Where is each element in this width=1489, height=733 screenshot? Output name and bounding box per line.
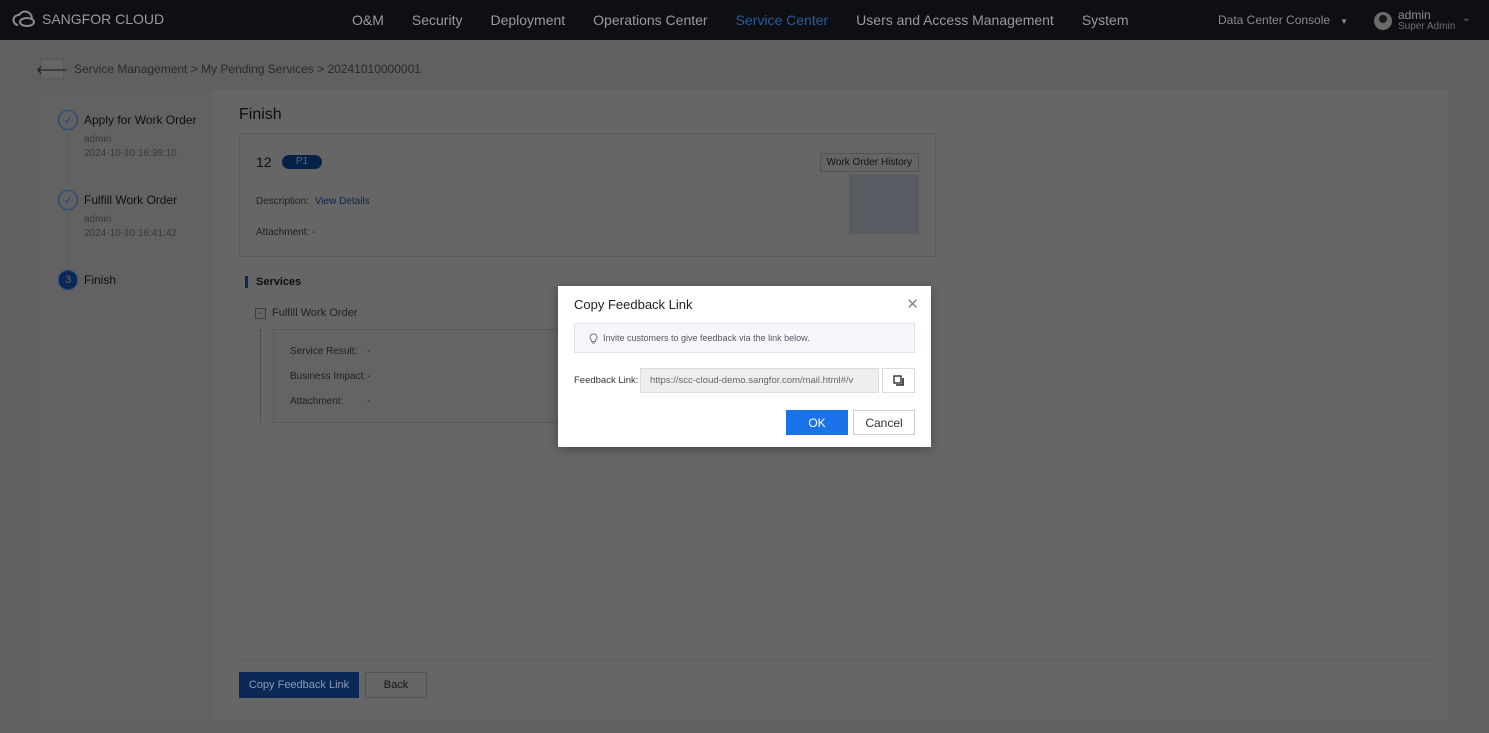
nav-deployment[interactable]: Deployment [490,12,565,28]
attachment-row: Attachment: - [256,227,315,238]
brand-logo[interactable]: SANGFOR CLOUD [12,10,164,28]
check-icon: ✓ [58,110,78,130]
priority-badge: P1 [282,155,322,169]
attachment-value: - [312,227,316,238]
nav-system[interactable]: System [1082,12,1129,28]
attachment-label: Attachment: [256,227,310,238]
step-user: admin [84,214,112,225]
order-id: 12 [256,154,272,170]
description-label: Description: [256,196,309,207]
brand-name: SANGFOR CLOUD [42,11,165,27]
nav-service-center[interactable]: Service Center [736,12,829,28]
dialog-title: Copy Feedback Link [574,297,693,312]
nav-users-access[interactable]: Users and Access Management [856,12,1054,28]
step-time: 2024-10-10 16:41:42 [84,228,177,239]
collapse-icon[interactable]: − [255,307,266,319]
copy-feedback-link-button[interactable]: Copy Feedback Link [239,672,359,698]
document-illustration [849,174,919,234]
user-role: Super Admin [1398,21,1456,32]
chevron-down-icon[interactable]: ⌄ [1462,13,1470,24]
copy-feedback-link-dialog: Copy Feedback Link ✕ Invite customers to… [558,286,931,447]
crumb-order-id: 20241010000001 [327,62,421,76]
crumb-pending-services[interactable]: My Pending Services [201,62,314,76]
field-label: Business Impact: [290,371,367,382]
crumb-service-management[interactable]: Service Management [74,62,187,76]
field-value: - [367,371,371,382]
user-menu[interactable]: admin Super Admin [1374,9,1455,32]
field-label: Attachment: [290,396,344,407]
field-value: - [367,346,371,357]
info-tip: Invite customers to give feedback via th… [574,323,915,353]
services-heading: Services [245,276,301,288]
tip-text: Invite customers to give feedback via th… [603,333,810,343]
service-item[interactable]: − Fulfill Work Order [255,307,357,319]
nav-operations-center[interactable]: Operations Center [593,12,707,28]
step-time: 2024-10-10 16:39:10 [84,148,177,159]
main-menu: O&M Security Deployment Operations Cente… [338,0,1143,40]
feedback-link-label: Feedback Link: [574,375,639,386]
view-details-link[interactable]: View Details [315,196,370,207]
feedback-link-input[interactable]: https://scc-cloud-demo.sangfor.com/mail.… [640,368,879,393]
step-list: ✓ Apply for Work Order admin 2024-10-10 … [40,90,213,720]
copy-icon [893,375,904,386]
cloud-logo-icon [12,10,35,27]
nav-security[interactable]: Security [412,12,463,28]
copy-button[interactable] [882,368,915,393]
back-button[interactable]: Back [365,672,427,698]
description-row: Description: View Details [256,196,370,207]
service-connector [260,330,261,422]
user-name: admin [1398,8,1431,22]
avatar [1374,11,1392,30]
nav-om[interactable]: O&M [352,12,384,28]
work-order-history-button[interactable]: Work Order History [819,153,919,172]
arrow-left-icon: 🡐 [35,62,69,77]
step-connector [68,132,69,182]
console-dropdown[interactable]: Data Center Console ▼ [1218,13,1348,27]
top-nav: SANGFOR CLOUD O&M Security Deployment Op… [0,0,1489,40]
step-connector [68,212,69,274]
page-title: Finish [239,106,282,123]
step-user: admin [84,134,112,145]
service-details: Service Result: - Business Impact: - Attac… [273,329,573,423]
footer-divider [239,660,1435,661]
caret-down-icon: ▼ [1340,17,1348,26]
step-title: Fulfill Work Order [84,193,178,207]
work-order-card: 12 P1 Work Order History Description: Vie… [239,133,936,257]
console-label: Data Center Console [1218,13,1331,27]
back-arrow-button[interactable]: 🡐 [36,59,68,79]
breadcrumb: 🡐 Service Management > My Pending Servic… [36,59,421,79]
close-icon[interactable]: ✕ [906,295,919,313]
check-icon: ✓ [58,190,78,210]
step-title: Apply for Work Order [84,113,197,127]
service-name: Fulfill Work Order [272,307,358,319]
step-number: 3 [58,270,78,290]
lightbulb-icon [589,332,598,343]
field-label: Service Result: [290,346,358,357]
field-value: - [367,396,371,407]
ok-button[interactable]: OK [786,410,848,435]
step-title: Finish [84,273,117,287]
cancel-button[interactable]: Cancel [853,410,915,435]
